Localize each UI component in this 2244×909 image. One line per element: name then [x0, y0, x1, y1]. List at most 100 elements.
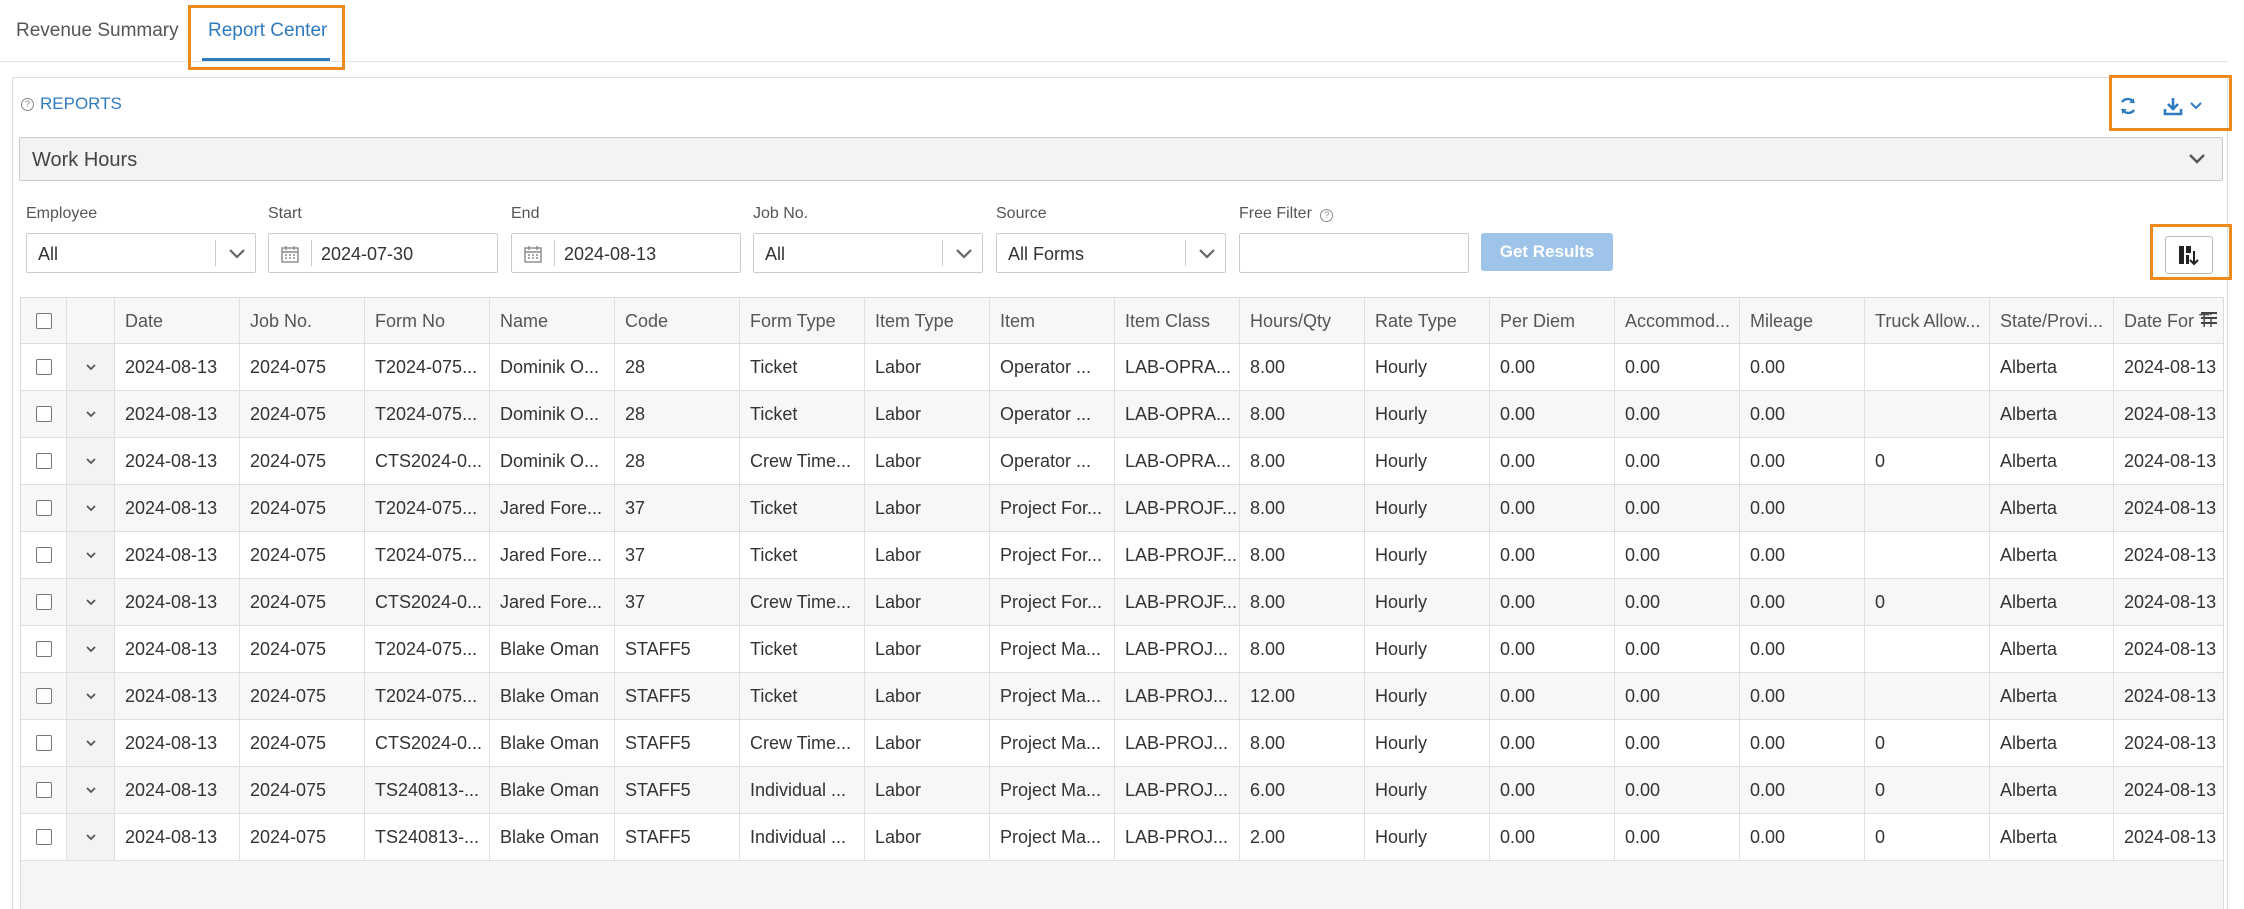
table-cell: 0.00	[1740, 391, 1865, 437]
chevron-down-icon[interactable]	[67, 532, 114, 578]
start-date-input[interactable]: 2024-07-30	[268, 233, 498, 273]
table-cell: Ticket	[740, 485, 865, 531]
table-cell: LAB-PROJ...	[1115, 814, 1240, 860]
row-checkbox[interactable]	[36, 782, 52, 798]
table-row[interactable]: 2024-08-13 2024-075 T2024-075... Blake Oman…	[21, 626, 2223, 673]
table-cell: Labor	[865, 673, 990, 719]
chevron-down-icon[interactable]	[67, 767, 114, 813]
column-header[interactable]: Job No.	[240, 298, 365, 343]
table-row[interactable]: 2024-08-13 2024-075 TS240813-... Blake Oman…	[21, 814, 2223, 861]
column-chooser-button[interactable]	[2165, 236, 2213, 274]
table-cell: Hourly	[1365, 579, 1490, 625]
table-cell: 2024-075	[240, 485, 365, 531]
column-header[interactable]: Hours/Qty	[1240, 298, 1365, 343]
column-header[interactable]: Rate Type	[1365, 298, 1490, 343]
table-cell: Alberta	[1990, 673, 2114, 719]
table-cell: Crew Time...	[740, 579, 865, 625]
row-checkbox[interactable]	[36, 735, 52, 751]
column-header[interactable]: Name	[490, 298, 615, 343]
table-row[interactable]: 2024-08-13 2024-075 CTS2024-0... Blake Oman…	[21, 720, 2223, 767]
table-cell: 2024-08-13	[115, 485, 240, 531]
table-cell: Alberta	[1990, 485, 2114, 531]
end-date-value: 2024-08-13	[564, 244, 657, 264]
tab-revenue-summary[interactable]: Revenue Summary	[16, 20, 179, 42]
table-row[interactable]: 2024-08-13 2024-075 CTS2024-0... Jared Fore…	[21, 579, 2223, 626]
table-cell: 2024-08-13	[2114, 532, 2223, 578]
row-expand-cell	[67, 532, 115, 578]
chevron-down-icon[interactable]	[67, 814, 114, 860]
employee-select[interactable]: All	[26, 233, 256, 273]
help-icon[interactable]: ?	[21, 97, 34, 111]
column-header[interactable]: Code	[615, 298, 740, 343]
table-row[interactable]: 2024-08-13 2024-075 T2024-075... Dominik O.…	[21, 391, 2223, 438]
chevron-down-icon[interactable]	[67, 485, 114, 531]
table-cell: Individual ...	[740, 814, 865, 860]
download-menu-button[interactable]	[2163, 96, 2203, 116]
table-cell: 0.00	[1615, 391, 1740, 437]
chevron-down-icon[interactable]	[67, 391, 114, 437]
free-filter-input[interactable]	[1239, 233, 1469, 273]
column-header[interactable]: Date	[115, 298, 240, 343]
report-type-select[interactable]: Work Hours	[19, 137, 2223, 181]
column-header[interactable]: Truck Allow...	[1865, 298, 1990, 343]
row-checkbox[interactable]	[36, 688, 52, 704]
tab-report-center[interactable]: Report Center	[208, 20, 327, 42]
table-cell: Hourly	[1365, 532, 1490, 578]
job-no-select[interactable]: All	[753, 233, 983, 273]
table-cell: 2024-08-13	[115, 720, 240, 766]
row-select-cell	[21, 626, 67, 672]
table-cell: 0.00	[1490, 767, 1615, 813]
table-row[interactable]: 2024-08-13 2024-075 T2024-075... Jared Fore…	[21, 532, 2223, 579]
end-date-input[interactable]: 2024-08-13	[511, 233, 741, 273]
grid-header-row: Date Job No. Form No Name Code Form Type Item …	[21, 298, 2223, 344]
table-cell: 0.00	[1740, 673, 1865, 719]
table-cell: Hourly	[1365, 767, 1490, 813]
table-cell: STAFF5	[615, 626, 740, 672]
table-cell: Alberta	[1990, 767, 2114, 813]
row-checkbox[interactable]	[36, 406, 52, 422]
get-results-button[interactable]: Get Results	[1481, 233, 1613, 271]
column-header[interactable]: Per Diem	[1490, 298, 1615, 343]
chevron-down-icon[interactable]	[67, 720, 114, 766]
source-select[interactable]: All Forms	[996, 233, 1226, 273]
chevron-down-icon[interactable]	[67, 579, 114, 625]
column-header[interactable]: State/Provi...	[1990, 298, 2114, 343]
column-header[interactable]: Form Type	[740, 298, 865, 343]
help-icon[interactable]: ?	[1320, 208, 1334, 222]
row-checkbox[interactable]	[36, 641, 52, 657]
table-cell: Labor	[865, 720, 990, 766]
table-row[interactable]: 2024-08-13 2024-075 T2024-075... Blake Oman…	[21, 673, 2223, 720]
row-checkbox[interactable]	[36, 547, 52, 563]
column-header[interactable]: Item Class	[1115, 298, 1240, 343]
column-header[interactable]: Item	[990, 298, 1115, 343]
table-cell: T2024-075...	[365, 344, 490, 390]
select-all-checkbox[interactable]	[36, 313, 52, 329]
table-cell: 2024-08-13	[115, 626, 240, 672]
refresh-icon[interactable]	[2118, 96, 2138, 116]
table-row[interactable]: 2024-08-13 2024-075 CTS2024-0... Dominik O.…	[21, 438, 2223, 485]
table-cell: 2024-075	[240, 579, 365, 625]
row-checkbox[interactable]	[36, 829, 52, 845]
column-header[interactable]: Item Type	[865, 298, 990, 343]
table-row[interactable]: 2024-08-13 2024-075 T2024-075... Jared Fore…	[21, 485, 2223, 532]
column-header[interactable]: Accommod...	[1615, 298, 1740, 343]
column-header[interactable]: Form No	[365, 298, 490, 343]
table-cell: 8.00	[1240, 485, 1365, 531]
table-cell: 2024-075	[240, 767, 365, 813]
table-cell: 0.00	[1490, 579, 1615, 625]
table-cell: Labor	[865, 626, 990, 672]
table-row[interactable]: 2024-08-13 2024-075 T2024-075... Dominik O.…	[21, 344, 2223, 391]
column-header[interactable]: Mileage	[1740, 298, 1865, 343]
table-row[interactable]: 2024-08-13 2024-075 TS240813-... Blake Oman…	[21, 767, 2223, 814]
table-cell: Blake Oman	[490, 814, 615, 860]
chevron-down-icon[interactable]	[67, 626, 114, 672]
table-cell	[1865, 391, 1990, 437]
chevron-down-icon[interactable]	[67, 673, 114, 719]
row-checkbox[interactable]	[36, 594, 52, 610]
menu-icon[interactable]	[2201, 312, 2217, 327]
row-checkbox[interactable]	[36, 359, 52, 375]
chevron-down-icon[interactable]	[67, 438, 114, 484]
row-checkbox[interactable]	[36, 500, 52, 516]
row-checkbox[interactable]	[36, 453, 52, 469]
chevron-down-icon[interactable]	[67, 344, 114, 390]
